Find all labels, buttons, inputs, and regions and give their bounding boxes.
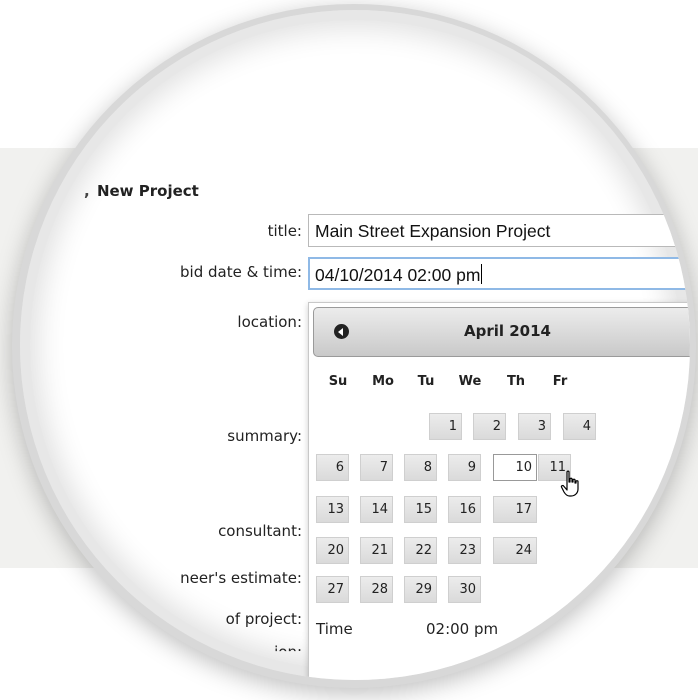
title-field[interactable]: Main Street Expansion Project <box>308 214 690 247</box>
calendar-day[interactable]: 14 <box>360 496 393 523</box>
partial-label: ion: <box>274 643 302 661</box>
summary-label: summary: <box>227 427 302 445</box>
calendar-day[interactable]: 23 <box>448 537 481 564</box>
calendar-day[interactable]: 3 <box>518 413 551 440</box>
weekday-header: Th <box>506 374 526 389</box>
bid-date-field-value: 04/10/2014 02:00 pm <box>315 265 481 285</box>
calendar-day[interactable]: 15 <box>404 496 437 523</box>
calendar-day[interactable]: 24 <box>493 537 537 564</box>
weekday-header: We <box>458 374 482 389</box>
chevron-left-circle-icon[interactable] <box>334 324 349 339</box>
heading-partial-text: , <box>84 182 90 200</box>
calendar-day[interactable]: 27 <box>316 576 349 603</box>
calendar-day[interactable]: 13 <box>316 496 349 523</box>
calendar-day[interactable]: 28 <box>360 576 393 603</box>
project-type-label: of project: <box>225 610 302 628</box>
calendar-day[interactable]: 2 <box>473 413 506 440</box>
form-heading: , New Project <box>84 182 199 200</box>
estimate-label: neer's estimate: <box>180 569 302 587</box>
zoomed-form: , New Project title: Main Street Expansi… <box>20 10 690 680</box>
calendar-day-hovered[interactable]: 10 <box>493 454 537 481</box>
calendar-day[interactable]: 20 <box>316 537 349 564</box>
weekday-header: Fr <box>552 374 568 389</box>
weekday-header: Tu <box>417 374 435 389</box>
location-label: location: <box>237 313 302 331</box>
calendar-day[interactable]: 17 <box>493 496 537 523</box>
calendar-day[interactable]: 29 <box>404 576 437 603</box>
weekday-header: Su <box>328 374 348 389</box>
calendar-day[interactable]: 9 <box>448 454 481 481</box>
calendar-day[interactable]: 7 <box>360 454 393 481</box>
magnifier-lens: , New Project title: Main Street Expansi… <box>20 10 690 680</box>
calendar-header: April 2014 <box>313 307 690 357</box>
title-field-value: Main Street Expansion Project <box>315 221 551 241</box>
form-heading-text: New Project <box>96 182 199 200</box>
calendar-day[interactable]: 6 <box>316 454 349 481</box>
calendar-day[interactable]: 30 <box>448 576 481 603</box>
time-value[interactable]: 02:00 pm <box>426 620 498 638</box>
title-label: title: <box>267 222 302 240</box>
hand-pointer-icon <box>560 470 579 497</box>
calendar-day[interactable]: 1 <box>429 413 462 440</box>
bid-date-field[interactable]: 04/10/2014 02:00 pm <box>308 257 690 290</box>
consultant-label: consultant: <box>218 522 302 540</box>
calendar-day[interactable]: 4 <box>563 413 596 440</box>
date-picker-popup: April 2014 <box>308 302 690 680</box>
bid-date-label: bid date & time: <box>180 263 302 281</box>
calendar-month-title: April 2014 <box>464 322 551 340</box>
weekday-header: Mo <box>372 374 394 389</box>
calendar-day[interactable]: 16 <box>448 496 481 523</box>
time-label: Time <box>316 620 353 638</box>
text-caret <box>481 264 483 284</box>
calendar-day[interactable]: 21 <box>360 537 393 564</box>
calendar-day[interactable]: 22 <box>404 537 437 564</box>
calendar-day[interactable]: 8 <box>404 454 437 481</box>
